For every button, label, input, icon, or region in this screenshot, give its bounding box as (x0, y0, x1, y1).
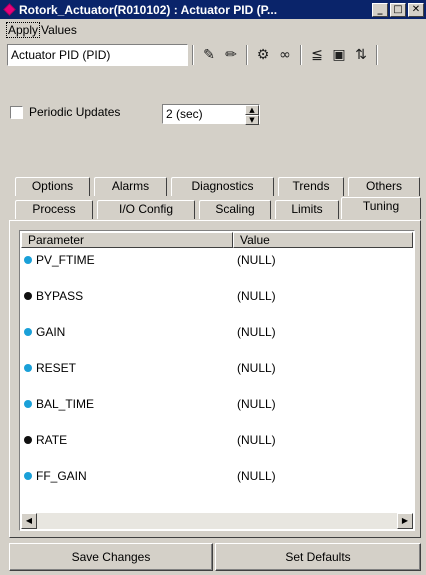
tab-diagnostics[interactable]: Diagnostics (171, 177, 274, 196)
tab-process[interactable]: Process (15, 200, 93, 219)
close-button[interactable]: ✕ (408, 2, 424, 17)
arrows-icon[interactable]: ⇅ (350, 45, 372, 65)
link-icon[interactable]: ⚙ (252, 45, 274, 65)
tab-limits[interactable]: Limits (275, 200, 339, 219)
table-row[interactable]: BYPASS (NULL) (21, 285, 413, 321)
parameter-name: PV_FTIME (36, 253, 95, 267)
parameter-name: BYPASS (36, 289, 84, 303)
tab-others[interactable]: Others (348, 177, 420, 196)
tab-options[interactable]: Options (15, 177, 90, 196)
grid-header: Parameter Value (21, 232, 413, 248)
tab-tuning[interactable]: Tuning (341, 197, 421, 219)
parameter-value[interactable]: (NULL) (233, 361, 276, 375)
periodic-updates-label: Periodic Updates (29, 105, 121, 119)
edit-grid-icon[interactable]: ≦ (306, 45, 328, 65)
table-row[interactable]: PV_FTIME (NULL) (21, 249, 413, 285)
pen-icon[interactable]: ✏ (220, 45, 242, 65)
parameter-value[interactable]: (NULL) (233, 325, 276, 339)
object-name-field[interactable]: Actuator PID (PID) (7, 44, 188, 66)
maximize-button[interactable]: □ (390, 2, 406, 17)
app-icon (3, 3, 16, 16)
parameter-grid[interactable]: Parameter Value PV_FTIME (NULL) BYPASS (… (19, 230, 415, 531)
periodic-updates: Periodic Updates (10, 105, 120, 119)
folder-icon[interactable]: ▣ (328, 45, 350, 65)
interval-spin-buttons[interactable]: ▲ ▼ (245, 105, 259, 125)
title-bar[interactable]: Rotork_Actuator(R010102) : Actuator PID … (0, 0, 426, 19)
parameter-status-dot-icon (24, 256, 32, 264)
parameter-name: BAL_TIME (36, 397, 95, 411)
interval-value[interactable]: 2 (sec) (163, 105, 245, 123)
tab-io-config[interactable]: I/O Config (97, 200, 195, 219)
table-row[interactable]: FF_GAIN (NULL) (21, 465, 413, 501)
spin-up-icon[interactable]: ▲ (245, 105, 259, 115)
toolbar-separator (192, 45, 194, 65)
parameter-status-dot-icon (24, 472, 32, 480)
parameter-value[interactable]: (NULL) (233, 289, 276, 303)
parameter-name: FF_GAIN (36, 469, 87, 483)
parameter-name: GAIN (36, 325, 66, 339)
interval-spinner[interactable]: 2 (sec) ▲ ▼ (162, 104, 260, 125)
menu-apply[interactable]: Apply (6, 22, 41, 38)
scroll-left-icon[interactable]: ◀ (21, 513, 37, 529)
parameter-status-dot-icon (24, 364, 32, 372)
table-row[interactable]: RESET (NULL) (21, 357, 413, 393)
menu-bar: Apply Values (0, 19, 426, 41)
scroll-right-icon[interactable]: ▶ (397, 513, 413, 529)
parameter-name: RESET (36, 361, 77, 375)
parameter-status-dot-icon (24, 400, 32, 408)
minimize-button[interactable]: _ (372, 2, 388, 17)
parameter-status-dot-icon (24, 436, 32, 444)
glasses-icon[interactable]: ∞ (274, 45, 296, 65)
table-row[interactable]: RATE (NULL) (21, 429, 413, 465)
parameter-value[interactable]: (NULL) (233, 433, 276, 447)
parameter-status-dot-icon (24, 328, 32, 336)
tuning-panel: Parameter Value PV_FTIME (NULL) BYPASS (… (9, 220, 421, 538)
spin-down-icon[interactable]: ▼ (245, 115, 259, 125)
pencil-icon[interactable]: ✎ (198, 45, 220, 65)
parameter-value[interactable]: (NULL) (233, 397, 276, 411)
table-row[interactable]: GAIN (NULL) (21, 321, 413, 357)
save-changes-button[interactable]: Save Changes (9, 543, 213, 571)
tab-trends[interactable]: Trends (278, 177, 344, 196)
menu-values[interactable]: Values (40, 23, 78, 37)
column-header-parameter[interactable]: Parameter (21, 232, 233, 248)
parameter-value[interactable]: (NULL) (233, 469, 276, 483)
parameter-value[interactable]: (NULL) (233, 253, 276, 267)
parameter-status-dot-icon (24, 292, 32, 300)
grid-rows: PV_FTIME (NULL) BYPASS (NULL) GAIN (NULL… (21, 249, 413, 501)
toolbar-separator (246, 45, 248, 65)
toolbar-separator (376, 45, 378, 65)
periodic-updates-checkbox[interactable] (10, 105, 23, 119)
tab-scaling[interactable]: Scaling (199, 200, 271, 219)
set-defaults-button[interactable]: Set Defaults (215, 543, 421, 571)
table-row[interactable]: BAL_TIME (NULL) (21, 393, 413, 429)
tab-alarms[interactable]: Alarms (94, 177, 167, 196)
parameter-name: RATE (36, 433, 68, 447)
column-header-value[interactable]: Value (233, 232, 413, 248)
toolbar: Actuator PID (PID) ✎ ✏ ⚙ ∞ ≦ ▣ ⇅ (0, 42, 426, 68)
window-title: Rotork_Actuator(R010102) : Actuator PID … (19, 2, 278, 17)
scroll-track[interactable] (37, 513, 397, 529)
toolbar-separator (300, 45, 302, 65)
horizontal-scrollbar[interactable]: ◀ ▶ (21, 513, 413, 529)
